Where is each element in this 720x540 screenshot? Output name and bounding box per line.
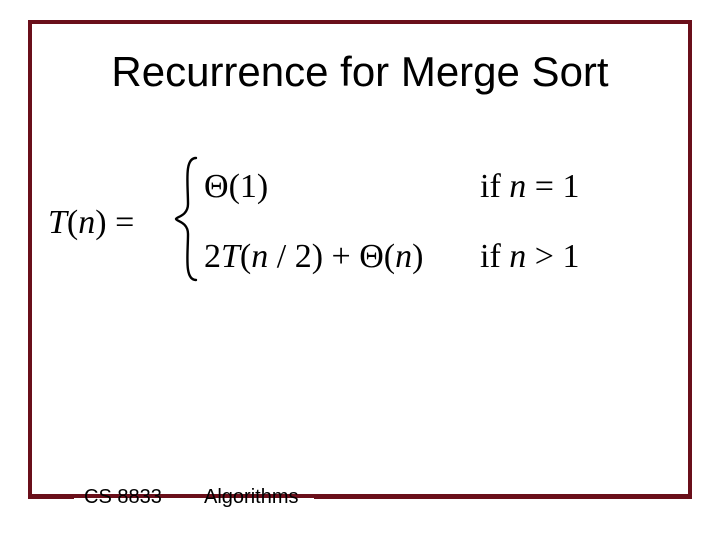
case1-expression: Θ(1) (204, 168, 268, 206)
case2-n2: n (395, 238, 412, 275)
lhs-n: n (78, 204, 95, 241)
lhs-T: T (48, 204, 67, 241)
case1-open: ( (229, 168, 240, 205)
case2-plus: + (323, 238, 359, 275)
case1-condval: 1 (562, 168, 579, 205)
case1-if: if (480, 168, 509, 205)
case2-open1: ( (240, 238, 251, 275)
lhs-open: ( (67, 204, 78, 241)
footer-course: CS 8833 (84, 486, 162, 509)
case2-open2: ( (384, 238, 395, 275)
case1-condition: if n = 1 (480, 168, 579, 206)
case1-n: n (509, 168, 526, 205)
case1-close: ) (257, 168, 268, 205)
left-brace-icon (174, 154, 204, 284)
footer-rule-right (314, 495, 692, 499)
case2-div: / 2 (268, 238, 311, 275)
case2-close2: ) (412, 238, 423, 275)
case2-close1: ) (312, 238, 323, 275)
lhs-close: ) (95, 204, 106, 241)
case2-T: T (221, 238, 240, 275)
footer-rule-left (28, 495, 74, 499)
case2-n: n (509, 238, 526, 275)
case2-condition: if n > 1 (480, 238, 579, 276)
case2-theta: Θ (359, 238, 384, 275)
lhs-eq: = (107, 204, 135, 241)
recurrence-equation: T(n) = Θ(1) if n = 1 2T(n / 2) + Θ(n) if… (48, 160, 672, 290)
case2-expression: 2T(n / 2) + Θ(n) (204, 238, 423, 276)
slide-title: Recurrence for Merge Sort (0, 48, 720, 96)
case1-val: 1 (240, 168, 257, 205)
case2-if: if (480, 238, 509, 275)
case2-gt: > (526, 238, 562, 275)
case2-condval: 1 (562, 238, 579, 275)
equation-lhs: T(n) = (48, 204, 134, 242)
case1-theta: Θ (204, 168, 229, 205)
footer: CS 8833 Algorithms (28, 486, 692, 508)
case1-eq: = (526, 168, 562, 205)
footer-topic: Algorithms (204, 486, 298, 509)
case2-coef: 2 (204, 238, 221, 275)
case2-n1: n (251, 238, 268, 275)
